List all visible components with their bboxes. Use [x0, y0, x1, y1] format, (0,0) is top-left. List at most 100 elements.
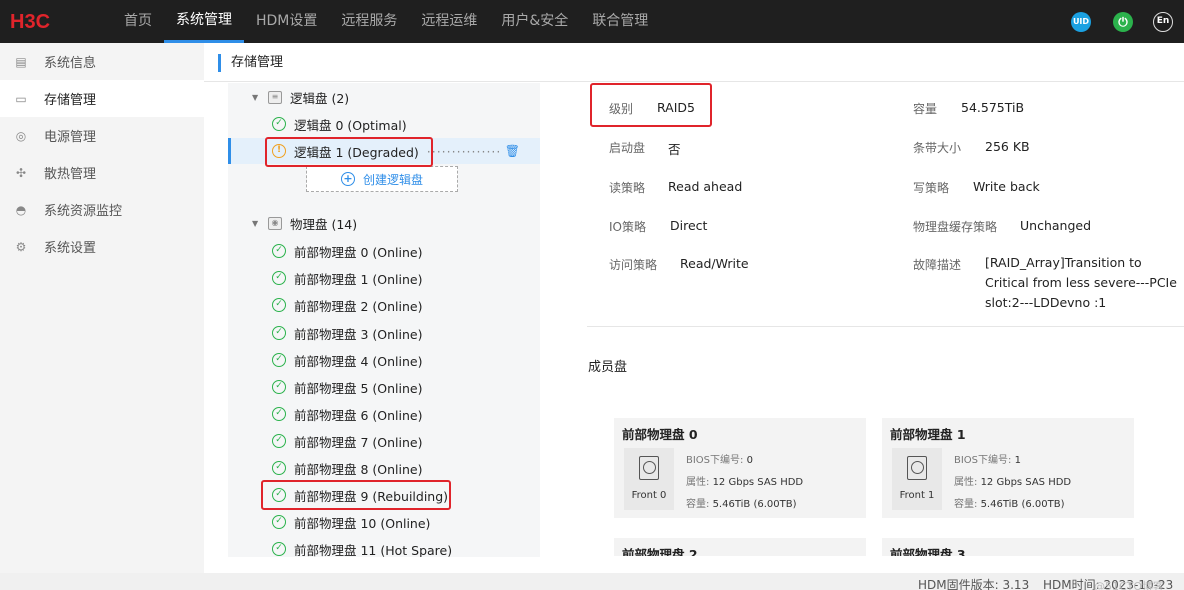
- highlight-box: [590, 83, 712, 127]
- stripe-size-value: 256 KB: [985, 139, 1030, 154]
- check-circle-icon: ✓: [272, 407, 286, 421]
- physical-disk-11[interactable]: ✓ 前部物理盘 11 (Hot Spare): [228, 536, 540, 557]
- watermark: @51CTO博客: [1094, 580, 1165, 590]
- sidebar-item-power[interactable]: ◎ 电源管理: [0, 117, 204, 154]
- nav-system-management[interactable]: 系统管理: [164, 0, 244, 43]
- sidebar-item-system-info[interactable]: ▤ 系统信息: [0, 43, 204, 80]
- highlight-box: [265, 137, 433, 167]
- tree-node-label: 逻辑盘 0 (Optimal): [294, 117, 407, 133]
- nav-hdm-settings[interactable]: HDM设置: [244, 0, 329, 43]
- logo-text: H3C: [10, 11, 50, 32]
- caret-down-icon[interactable]: ▼: [252, 93, 262, 102]
- fault-description-label: 故障描述: [913, 258, 962, 272]
- member-disks-title: 成员盘: [588, 360, 628, 375]
- sidebar-item-cooling[interactable]: ✣ 散热管理: [0, 154, 204, 191]
- tree-node-label: 前部物理盘 1 (Online): [294, 271, 423, 287]
- attribute-line: 属性: 12 Gbps SAS HDD: [686, 473, 803, 488]
- caret-down-icon[interactable]: ▼: [252, 219, 262, 228]
- trash-icon[interactable]: 🗑: [505, 144, 520, 158]
- write-policy-value: Write back: [973, 179, 1040, 194]
- physical-disk-8[interactable]: ✓ 前部物理盘 8 (Online): [228, 455, 540, 481]
- check-circle-icon: ✓: [272, 244, 286, 258]
- tree-node-label: 前部物理盘 4 (Online): [294, 353, 423, 369]
- tree-node-label: 逻辑盘 (2): [290, 90, 350, 106]
- nav-user-security[interactable]: 用户&安全: [489, 0, 580, 43]
- capacity-label: 容量: [913, 102, 938, 116]
- tree-node-label: 前部物理盘 8 (Online): [294, 461, 423, 477]
- check-circle-icon: ✓: [272, 515, 286, 529]
- fault-description-value: [RAID_Array]Transition to Critical from …: [985, 255, 1177, 310]
- logical-disk-0[interactable]: ✓ 逻辑盘 0 (Optimal): [228, 111, 540, 137]
- nav-home[interactable]: 首页: [112, 0, 164, 43]
- physical-disk-0[interactable]: ✓ 前部物理盘 0 (Online): [228, 238, 540, 264]
- language-icon[interactable]: En: [1153, 12, 1173, 32]
- fan-icon: ✣: [15, 165, 27, 180]
- sidebar-item-system-settings[interactable]: ⚙ 系统设置: [0, 228, 204, 265]
- capacity-value: 54.575TiB: [961, 100, 1025, 115]
- nav-remote-service[interactable]: 远程服务: [329, 0, 409, 43]
- gauge-icon: ◓: [15, 202, 27, 217]
- physical-disk-10[interactable]: ✓ 前部物理盘 10 (Online): [228, 509, 540, 535]
- hard-disk-icon: [907, 456, 927, 480]
- capacity-line: 容量: 5.46TiB (6.00TB): [686, 495, 796, 510]
- physical-disk-7[interactable]: ✓ 前部物理盘 7 (Online): [228, 428, 540, 454]
- member-disk-title: 前部物理盘 3: [890, 547, 966, 556]
- nav-federation[interactable]: 联合管理: [580, 0, 660, 43]
- card-capacity-value: 5.46TiB (6.00TB): [712, 499, 797, 510]
- plus-circle-icon: +: [340, 172, 355, 186]
- member-disk-card[interactable]: 前部物理盘 0 Front 0 BIOS下编号: 0 属性: 12 Gbps S…: [614, 418, 866, 518]
- check-circle-icon: ✓: [272, 117, 286, 131]
- read-policy-value: Read ahead: [668, 179, 743, 194]
- member-disk-card[interactable]: 前部物理盘 3: [882, 538, 1134, 556]
- io-policy-label: IO策略: [609, 220, 646, 234]
- footer: HDM固件版本: 3.13 HDM时间: 2023-10-23: [0, 573, 1184, 590]
- check-circle-icon: ✓: [272, 271, 286, 285]
- capacity-line: 容量: 5.46TiB (6.00TB): [954, 495, 1064, 510]
- tree-node-label: 物理盘 (14): [290, 216, 358, 232]
- divider: [587, 326, 1184, 327]
- physical-disk-5[interactable]: ✓ 前部物理盘 5 (Online): [228, 374, 540, 400]
- member-disk-card[interactable]: 前部物理盘 2: [614, 538, 866, 556]
- check-circle-icon: ✓: [272, 353, 286, 367]
- access-policy-value: Read/Write: [680, 256, 749, 271]
- monitor-icon: ▭: [15, 91, 27, 106]
- sidebar-item-resource-monitor[interactable]: ◓ 系统资源监控: [0, 191, 204, 228]
- h3c-logo[interactable]: H3C: [10, 10, 74, 32]
- physical-disk-4[interactable]: ✓ 前部物理盘 4 (Online): [228, 347, 540, 373]
- physical-disk-3[interactable]: ✓ 前部物理盘 3 (Online): [228, 320, 540, 346]
- tree-node-label: 前部物理盘 7 (Online): [294, 434, 423, 450]
- physical-disk-2[interactable]: ✓ 前部物理盘 2 (Online): [228, 292, 540, 318]
- boot-disk-value: 否: [668, 142, 681, 157]
- create-logical-disk-button[interactable]: + 创建逻辑盘: [306, 166, 458, 192]
- physical-group-node[interactable]: ▼ ◉ 物理盘 (14): [228, 210, 540, 236]
- sidebar-item-label: 存储管理: [44, 93, 97, 108]
- member-disk-card[interactable]: 前部物理盘 1 Front 1 BIOS下编号: 1 属性: 12 Gbps S…: [882, 418, 1134, 518]
- tree-node-label: 前部物理盘 6 (Online): [294, 407, 423, 423]
- disk-slot-label: Front 1: [899, 490, 935, 501]
- disk-thumbnail: Front 1: [892, 448, 942, 510]
- nav-remote-ops[interactable]: 远程运维: [409, 0, 489, 43]
- physical-disk-6[interactable]: ✓ 前部物理盘 6 (Online): [228, 401, 540, 427]
- card-capacity-label: 容量:: [686, 499, 713, 510]
- bios-number-label: BIOS下编号:: [686, 455, 747, 466]
- uid-icon[interactable]: UID: [1071, 12, 1091, 32]
- tree-node-label: 前部物理盘 0 (Online): [294, 244, 423, 260]
- bios-number-line: BIOS下编号: 0: [686, 451, 753, 466]
- sidebar-item-storage[interactable]: ▭ 存储管理: [0, 80, 204, 117]
- tree-node-label: 前部物理盘 3 (Online): [294, 326, 423, 342]
- bios-number-value: 1: [1014, 455, 1021, 466]
- read-policy-label: 读策略: [609, 181, 646, 195]
- tree-node-label: 前部物理盘 5 (Online): [294, 380, 423, 396]
- firmware-version-value: 3.13: [1002, 578, 1030, 590]
- physical-disk-1[interactable]: ✓ 前部物理盘 1 (Online): [228, 265, 540, 291]
- tree-node-label: 前部物理盘 10 (Online): [294, 515, 431, 531]
- sidebar: ▤ 系统信息 ▭ 存储管理 ◎ 电源管理 ✣ 散热管理 ◓ 系统资源监控 ⚙ 系…: [0, 43, 204, 573]
- hard-disk-icon: [639, 456, 659, 480]
- check-circle-icon: ✓: [272, 326, 286, 340]
- bios-number-label: BIOS下编号:: [954, 455, 1015, 466]
- disk-cache-policy-label: 物理盘缓存策略: [913, 220, 998, 234]
- attribute-line: 属性: 12 Gbps SAS HDD: [954, 473, 1071, 488]
- sidebar-item-label: 系统设置: [44, 241, 97, 256]
- logical-group-node[interactable]: ▼ ≡ 逻辑盘 (2): [228, 84, 540, 110]
- power-icon[interactable]: ⏻: [1113, 12, 1133, 32]
